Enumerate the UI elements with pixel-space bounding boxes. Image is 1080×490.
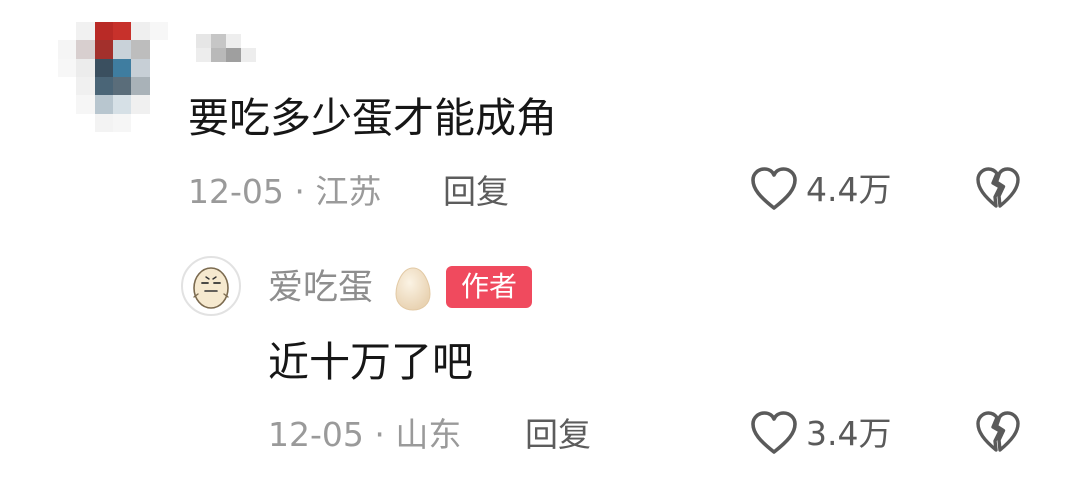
comment-date: 12-05 xyxy=(188,172,284,211)
heart-outline-icon xyxy=(750,410,798,456)
broken-heart-icon xyxy=(975,410,1021,454)
reply-text: 近十万了吧 xyxy=(268,338,473,386)
author-avatar[interactable] xyxy=(181,256,241,316)
meta-separator: · xyxy=(294,172,305,211)
reply-button[interactable]: 回复 xyxy=(443,175,509,208)
commenter-name-pixelated[interactable] xyxy=(196,34,256,62)
like-count: 4.4万 xyxy=(806,169,892,209)
commenter-avatar-pixelated[interactable] xyxy=(58,22,168,132)
reply-to-reply-button[interactable]: 回复 xyxy=(525,418,591,451)
reply-meta: 12-05 · 山东 xyxy=(268,418,461,451)
like-button[interactable]: 4.4万 xyxy=(750,166,891,212)
author-badge: 作者 xyxy=(446,266,532,308)
reply-like-count: 3.4万 xyxy=(806,413,892,453)
comment-location: 江苏 xyxy=(315,172,382,211)
heart-outline-icon xyxy=(750,166,798,212)
reply-date: 12-05 xyxy=(268,415,364,454)
meta-separator: · xyxy=(374,415,385,454)
broken-heart-icon xyxy=(975,166,1021,210)
egg-emoji-icon xyxy=(393,266,433,316)
comment-text: 要吃多少蛋才能成角 xyxy=(188,94,557,142)
reply-like-button[interactable]: 3.4万 xyxy=(750,410,891,456)
author-username[interactable]: 爱吃蛋 xyxy=(268,271,373,306)
dislike-button[interactable] xyxy=(975,166,1021,210)
egg-face-avatar-icon xyxy=(193,267,229,309)
reply-location: 山东 xyxy=(395,415,462,454)
comment-meta: 12-05 · 江苏 xyxy=(188,175,381,208)
reply-dislike-button[interactable] xyxy=(975,410,1021,454)
